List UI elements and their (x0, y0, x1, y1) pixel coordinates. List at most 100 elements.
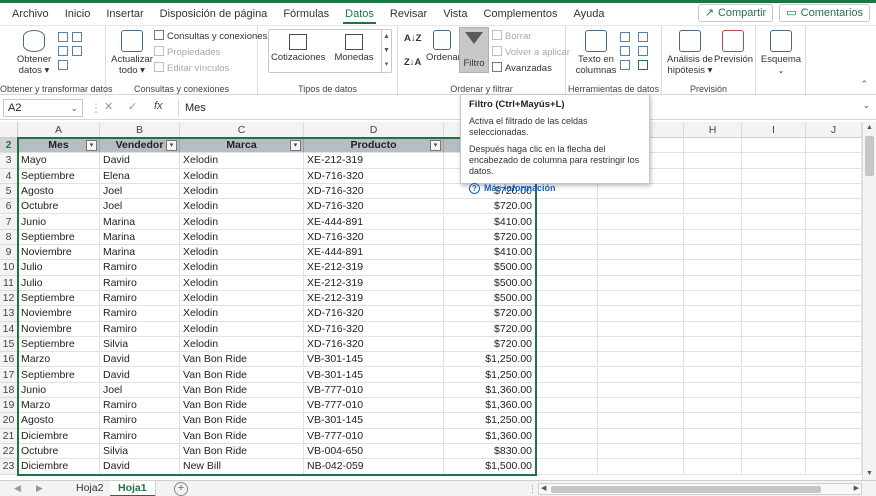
sort-az-button[interactable]: A↓Z (404, 32, 421, 45)
cell-marca[interactable]: Xelodin (180, 199, 304, 215)
empty-cell[interactable] (806, 138, 862, 154)
cell-mes[interactable]: Julio (18, 260, 100, 276)
column-header-b[interactable]: B (100, 122, 180, 138)
collapse-ribbon-icon[interactable]: ⌃ (860, 79, 868, 90)
row-header[interactable]: 10 (0, 260, 18, 276)
empty-cell[interactable] (536, 398, 598, 414)
empty-cell[interactable] (806, 168, 862, 184)
cell-mes[interactable]: Septiembre (18, 367, 100, 383)
data-validation-icon[interactable] (620, 60, 630, 70)
empty-cell[interactable] (742, 398, 806, 414)
get-data-button[interactable]: Obtener datos ▾ (14, 30, 54, 76)
cell-precio[interactable]: $830.00 (444, 444, 536, 460)
empty-cell[interactable] (536, 260, 598, 276)
empty-cell[interactable] (598, 321, 684, 337)
cell-precio[interactable]: $720.00 (444, 229, 536, 246)
outline-button[interactable]: Esquema ⌄ (760, 30, 802, 76)
clear-filter-button[interactable]: Borrar (492, 30, 531, 43)
cell-mes[interactable]: Marzo (18, 352, 100, 368)
filter-dropdown-icon[interactable]: ▾ (86, 140, 97, 151)
row-header[interactable]: 4 (0, 168, 18, 184)
empty-cell[interactable] (536, 367, 598, 383)
tab-fórmulas[interactable]: Fórmulas (275, 3, 337, 25)
cell-precio[interactable]: $410.00 (444, 245, 536, 261)
hscroll-thumb[interactable] (551, 486, 821, 493)
cell-marca[interactable]: Van Bon Ride (180, 413, 304, 429)
cell-producto[interactable]: XE-212-319 (304, 275, 444, 291)
cell-producto[interactable]: VB-777-010 (304, 382, 444, 399)
stocks-button[interactable]: Cotizaciones (271, 32, 325, 63)
empty-cell[interactable] (536, 444, 598, 460)
row-header[interactable]: 11 (0, 275, 18, 291)
empty-cell[interactable] (536, 428, 598, 444)
tab-archivo[interactable]: Archivo (4, 3, 57, 25)
enter-icon[interactable]: ✓ (128, 100, 137, 113)
empty-cell[interactable] (742, 444, 806, 460)
cell-precio[interactable]: $1,360.00 (444, 398, 536, 414)
row-header[interactable]: 17 (0, 367, 18, 383)
empty-cell[interactable] (598, 413, 684, 429)
cell-mes[interactable]: Noviembre (18, 321, 100, 337)
cell-marca[interactable]: Van Bon Ride (180, 352, 304, 368)
empty-cell[interactable] (806, 459, 862, 475)
cell-marca[interactable]: Van Bon Ride (180, 382, 304, 399)
empty-cell[interactable] (742, 321, 806, 337)
empty-cell[interactable] (742, 153, 806, 169)
empty-cell[interactable] (536, 275, 598, 291)
cell-vendedor[interactable]: Ramiro (100, 321, 180, 337)
data-model-icon[interactable] (638, 60, 648, 70)
cell-vendedor[interactable]: Elena (100, 168, 180, 184)
empty-cell[interactable] (536, 321, 598, 337)
cell-producto[interactable]: XE-212-319 (304, 291, 444, 307)
what-if-button[interactable]: Análisis de hipótesis ▾ (666, 30, 714, 76)
empty-cell[interactable] (806, 367, 862, 383)
empty-cell[interactable] (684, 321, 742, 337)
cell-precio[interactable]: $1,360.00 (444, 428, 536, 444)
cell-vendedor[interactable]: Ramiro (100, 306, 180, 322)
cell-producto[interactable]: XD-716-320 (304, 199, 444, 215)
refresh-all-button[interactable]: Actualizar todo ▾ (110, 30, 154, 76)
tab-splitter[interactable]: ⋮ (528, 484, 537, 495)
empty-cell[interactable] (536, 245, 598, 261)
empty-cell[interactable] (742, 367, 806, 383)
empty-cell[interactable] (742, 428, 806, 444)
empty-cell[interactable] (536, 199, 598, 215)
row-header[interactable]: 12 (0, 291, 18, 307)
cell-precio[interactable]: $720.00 (444, 336, 536, 353)
cell-producto[interactable]: XD-716-320 (304, 229, 444, 246)
cell-vendedor[interactable]: David (100, 367, 180, 383)
cell-producto[interactable]: XD-716-320 (304, 183, 444, 200)
cell-vendedor[interactable]: David (100, 352, 180, 368)
table-header-cell[interactable]: Vendedor ▾ (100, 138, 180, 154)
cell-producto[interactable]: VB-004-650 (304, 444, 444, 460)
cell-marca[interactable]: New Bill (180, 459, 304, 475)
cell-mes[interactable]: Mayo (18, 153, 100, 169)
flash-fill-icon[interactable] (620, 32, 630, 42)
expand-formula-icon[interactable]: ⌄ (862, 100, 870, 111)
cell-vendedor[interactable]: Ramiro (100, 275, 180, 291)
empty-cell[interactable] (598, 459, 684, 475)
comments-button[interactable]: ▭ Comentarios (779, 4, 870, 22)
forecast-button[interactable]: Previsión (714, 30, 753, 65)
sort-za-button[interactable]: Z↓A (404, 56, 421, 69)
empty-cell[interactable] (684, 138, 742, 154)
empty-cell[interactable] (536, 291, 598, 307)
empty-cell[interactable] (684, 444, 742, 460)
empty-cell[interactable] (806, 291, 862, 307)
cell-producto[interactable]: XE-212-319 (304, 260, 444, 276)
relationships-icon[interactable] (638, 46, 648, 56)
row-header[interactable]: 14 (0, 321, 18, 337)
cell-marca[interactable]: Van Bon Ride (180, 444, 304, 460)
cell-vendedor[interactable]: Ramiro (100, 398, 180, 414)
cell-marca[interactable]: Xelodin (180, 245, 304, 261)
empty-cell[interactable] (806, 214, 862, 230)
cell-mes[interactable]: Noviembre (18, 245, 100, 261)
horizontal-scrollbar[interactable]: ◀ ▶ (538, 483, 862, 495)
cell-marca[interactable]: Xelodin (180, 306, 304, 322)
empty-cell[interactable] (684, 199, 742, 215)
cell-mes[interactable]: Octubre (18, 199, 100, 215)
cell-mes[interactable]: Junio (18, 382, 100, 399)
empty-cell[interactable] (598, 352, 684, 368)
table-header-cell[interactable]: Mes ▾ (18, 138, 100, 154)
table-header-cell[interactable]: Marca ▾ (180, 138, 304, 154)
